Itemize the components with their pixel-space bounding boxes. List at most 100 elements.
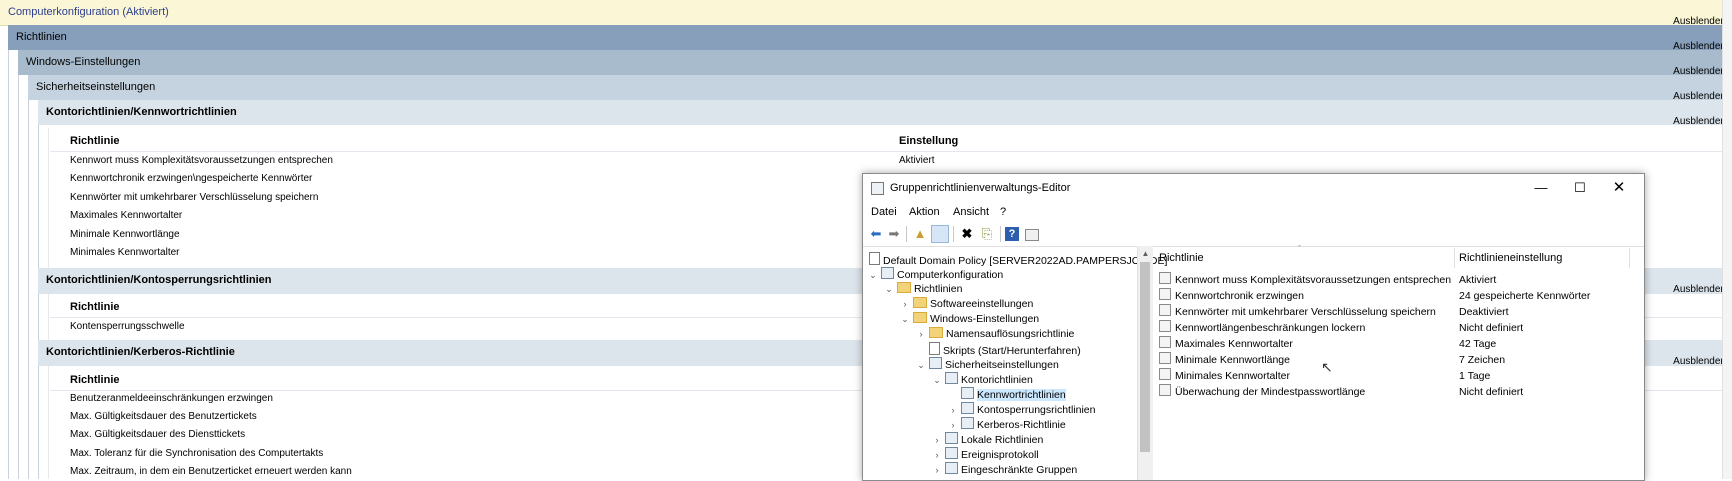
folder-icon [913, 297, 927, 308]
report-scrollbar[interactable] [1722, 0, 1732, 479]
chevron-down-icon[interactable]: ⌄ [883, 282, 895, 297]
hide-link[interactable]: Ausblenden [1673, 356, 1726, 367]
show-hide-tree-icon[interactable] [931, 225, 949, 243]
up-folder-icon[interactable]: ▲ [911, 225, 929, 243]
report-row-policy: Kennwörter mit umkehrbarer Verschlüsselu… [70, 192, 319, 203]
export-list-icon[interactable]: ⎘ [978, 225, 996, 243]
list-header-policy[interactable]: Richtlinie [1159, 252, 1204, 264]
policies-header: Richtlinien Ausblenden [8, 25, 1732, 52]
tree-item-default-domain-policy[interactable]: Default Domain Policy [SERVER2022AD.PAMP… [867, 252, 1167, 267]
column-header-policy: Richtlinie [70, 135, 120, 147]
policy-setting-icon [1159, 320, 1171, 332]
hide-link[interactable]: Ausblenden [1673, 284, 1726, 295]
tree-item-richtlinien[interactable]: ⌄ Richtlinien [883, 282, 962, 297]
chevron-down-icon[interactable]: ⌄ [915, 358, 927, 373]
forward-arrow-icon[interactable]: ➡ [885, 225, 903, 243]
tree-scrollbar[interactable]: ▲ [1137, 246, 1153, 480]
menu-help[interactable]: ? [1000, 206, 1006, 218]
folder-icon [897, 282, 911, 293]
maximize-icon[interactable]: ☐ [1569, 178, 1591, 198]
report-row-policy: Kontensperrungsschwelle [70, 321, 185, 332]
tree-item-kontosperrungsrichtlinien[interactable]: › Kontosperrungsrichtlinien [947, 402, 1095, 417]
chevron-right-icon[interactable]: › [899, 297, 911, 312]
hide-link[interactable]: Ausblenden [1673, 116, 1726, 127]
chevron-right-icon[interactable]: › [947, 403, 959, 418]
policy-setting-icon [1159, 368, 1171, 380]
report-row-policy: Maximales Kennwortalter [70, 210, 183, 221]
report-row-policy: Max. Zeitraum, in dem ein Benutzerticket… [70, 466, 352, 477]
list-row-policy[interactable]: Minimales Kennwortalter [1159, 368, 1290, 384]
list-row-policy[interactable]: Kennwortlängenbeschränkungen lockern [1159, 320, 1365, 336]
list-row-setting: 24 gespeicherte Kennwörter [1459, 290, 1591, 302]
list-row-policy[interactable]: Überwachung der Mindestpasswortlänge [1159, 384, 1365, 400]
chevron-down-icon[interactable]: ⌄ [931, 373, 943, 388]
indent-line [18, 75, 19, 479]
tree-item-kontorichtlinien[interactable]: ⌄ Kontorichtlinien [931, 372, 1033, 387]
window-titlebar[interactable]: Gruppenrichtlinienverwaltungs-Editor — ☐… [863, 174, 1644, 202]
delete-icon[interactable]: ✖ [958, 225, 976, 243]
chevron-down-icon[interactable]: ⌄ [899, 312, 911, 327]
scroll-up-icon[interactable]: ▲ [1138, 246, 1153, 261]
menu-aktion[interactable]: Aktion [909, 206, 940, 218]
tree-item-ereignisprotokoll[interactable]: › Ereignisprotokoll [931, 447, 1039, 462]
tree-item-softwareeinstellungen[interactable]: › Softwareeinstellungen [899, 297, 1033, 312]
report-row-policy: Max. Toleranz für die Synchronisation de… [70, 448, 324, 459]
list-row-setting: Aktiviert [1459, 274, 1497, 286]
list-row-policy[interactable]: Kennwort muss Komplexitätsvoraussetzunge… [1159, 272, 1451, 288]
tree-pane: Default Domain Policy [SERVER2022AD.PAMP… [863, 246, 1167, 480]
folder-icon [929, 327, 943, 338]
chevron-right-icon[interactable]: › [947, 418, 959, 433]
policy-icon [869, 252, 880, 265]
tree-item-skripts[interactable]: Skripts (Start/Herunterfahren) [915, 342, 1081, 357]
tree-item-kerberos-richtlinie[interactable]: › Kerberos-Richtlinie [947, 417, 1066, 432]
list-row-setting: 7 Zeichen [1459, 354, 1506, 366]
column-header-policy: Richtlinie [70, 301, 120, 313]
scroll-thumb[interactable] [1140, 262, 1150, 452]
column-header-policy: Richtlinie [70, 374, 120, 386]
list-row-policy[interactable]: Kennwörter mit umkehrbarer Verschlüsselu… [1159, 304, 1436, 320]
list-header-setting[interactable]: Richtlinieneinstellung [1459, 252, 1562, 264]
list-row-policy[interactable]: Kennwortchronik erzwingen [1159, 288, 1304, 304]
properties-icon[interactable] [1025, 229, 1039, 241]
list-row-policy[interactable]: Maximales Kennwortalter [1159, 336, 1293, 352]
tree-item-eingeschraenkte-gruppen[interactable]: › Eingeschränkte Gruppen [931, 462, 1077, 477]
window-title: Gruppenrichtlinienverwaltungs-Editor [890, 182, 1071, 194]
back-arrow-icon[interactable]: ⬅ [867, 225, 885, 243]
indent-line [38, 125, 39, 479]
report-row-policy: Max. Gültigkeitsdauer des Benutzerticket… [70, 411, 257, 422]
chevron-right-icon[interactable]: › [931, 433, 943, 448]
menu-datei[interactable]: Datei [871, 206, 897, 218]
close-icon[interactable]: ✕ [1608, 178, 1630, 198]
menu-ansicht[interactable]: Ansicht [953, 206, 989, 218]
policy-setting-icon [1159, 288, 1171, 300]
tree-item-lokale-richtlinien[interactable]: › Lokale Richtlinien [931, 432, 1043, 447]
chevron-right-icon[interactable]: › [931, 448, 943, 463]
report-row-policy: Minimales Kennwortalter [70, 247, 180, 258]
policy-setting-icon [1159, 304, 1171, 316]
indent-line [8, 50, 9, 479]
policy-folder-icon [945, 432, 958, 444]
tree-item-windows-einstellungen[interactable]: ⌄ Windows-Einstellungen [899, 312, 1039, 327]
tree-item-namensaufloesung[interactable]: › Namensauflösungsrichtlinie [915, 327, 1074, 342]
policy-folder-icon [961, 417, 974, 429]
policy-folder-icon [945, 447, 958, 459]
policy-list-pane: ˆ Richtlinie Richtlinieneinstellung Kenn… [1153, 244, 1644, 480]
list-row-setting: Nicht definiert [1459, 322, 1524, 334]
tree-item-computerkonfiguration[interactable]: ⌄ Computerkonfiguration [867, 267, 1003, 282]
kerberos-policy-title: Kontorichtlinien/Kerberos-Richtlinie [46, 346, 235, 358]
security-settings-header: Sicherheitseinstellungen Ausblenden [28, 75, 1732, 102]
help-icon[interactable]: ? [1005, 227, 1019, 241]
list-row-policy[interactable]: Minimale Kennwortlänge [1159, 352, 1290, 368]
minimize-icon[interactable]: — [1530, 178, 1552, 198]
policy-setting-icon [1159, 272, 1171, 284]
lockout-policy-title: Kontorichtlinien/Kontosperrungsrichtlini… [46, 274, 272, 286]
chevron-down-icon[interactable]: ⌄ [867, 268, 879, 283]
mouse-cursor-icon: ↖ [1321, 359, 1333, 375]
report-row-policy: Minimale Kennwortlänge [70, 229, 180, 240]
tree-item-kennwortrichtlinien[interactable]: Kennwortrichtlinien [947, 387, 1066, 402]
policy-folder-icon [961, 387, 974, 399]
chevron-right-icon[interactable]: › [931, 463, 943, 478]
report-row-policy: Max. Gültigkeitsdauer des Diensttickets [70, 429, 246, 440]
chevron-right-icon[interactable]: › [915, 327, 927, 342]
tree-item-sicherheitseinstellungen[interactable]: ⌄ Sicherheitseinstellungen [915, 357, 1059, 372]
